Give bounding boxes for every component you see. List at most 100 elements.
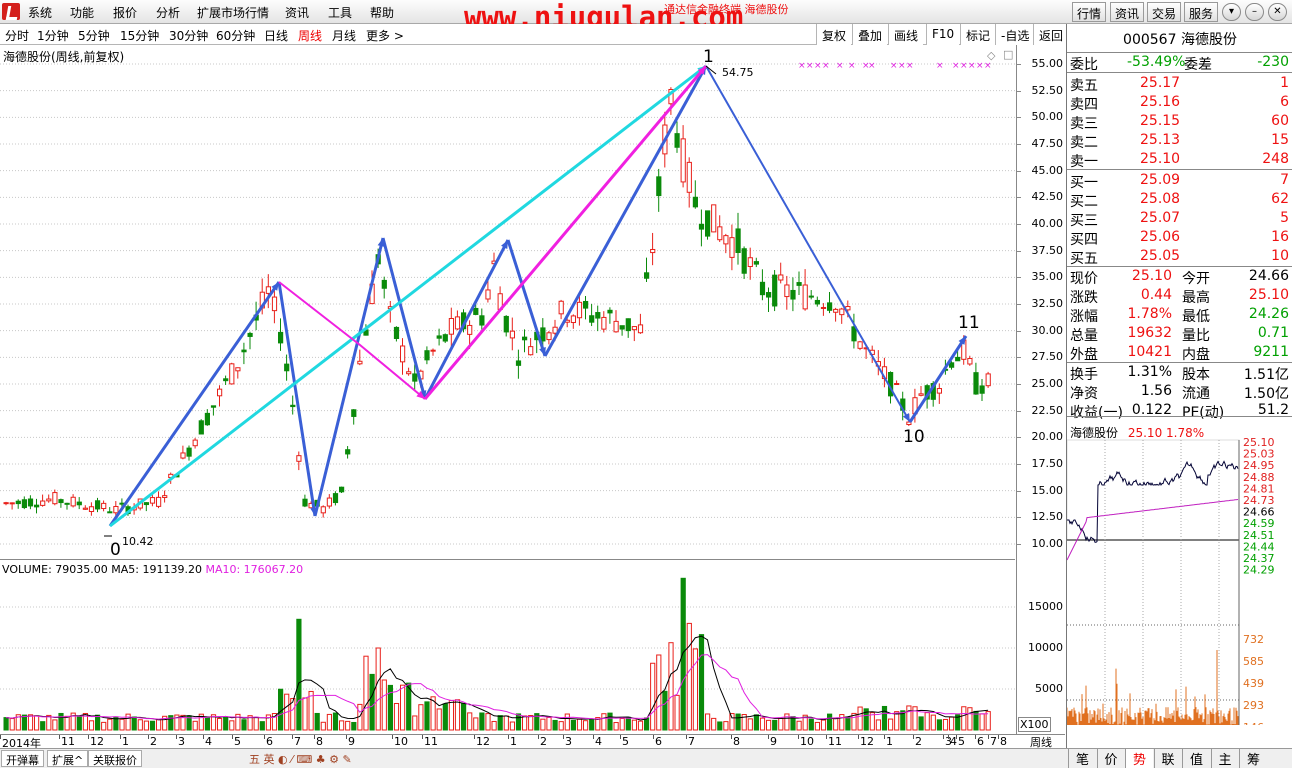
quote-tab[interactable]: 主 bbox=[1210, 749, 1239, 768]
signal-mark: × bbox=[952, 61, 960, 71]
menu-system[interactable]: 系统 bbox=[28, 4, 52, 21]
volume-bar bbox=[814, 721, 820, 731]
volume-bar bbox=[589, 718, 595, 731]
menu-tools[interactable]: 工具 bbox=[328, 4, 352, 21]
quote-tab[interactable]: 价 bbox=[1096, 749, 1125, 768]
candle bbox=[162, 495, 168, 499]
diamond-icon[interactable]: ◇ bbox=[987, 49, 995, 62]
minimize-icon[interactable]: – bbox=[1245, 3, 1264, 21]
candle bbox=[284, 363, 290, 372]
volume-bar bbox=[674, 694, 680, 731]
period-tick[interactable]: 分时 bbox=[5, 27, 29, 44]
ask-row[interactable]: 卖四 25.16 6 bbox=[1067, 93, 1292, 113]
btn-market[interactable]: 行情 bbox=[1072, 2, 1107, 22]
volume-bar bbox=[375, 647, 381, 731]
btn-watchlist[interactable]: -自选 bbox=[995, 24, 1035, 45]
menu-extended-market[interactable]: 扩展市场行情 bbox=[197, 4, 269, 21]
time-tick: 6 bbox=[977, 735, 984, 748]
stat-row: 外盘 10421 内盘 9211 bbox=[1070, 344, 1289, 363]
volume-bar bbox=[454, 699, 461, 731]
btn-f10[interactable]: F10 bbox=[926, 24, 960, 45]
btn-trade[interactable]: 交易 bbox=[1147, 2, 1182, 22]
period-daily[interactable]: 日线 bbox=[264, 27, 288, 44]
app-logo-icon[interactable] bbox=[2, 3, 20, 20]
period-weekly[interactable]: 周线 bbox=[298, 27, 322, 44]
quote-tab[interactable]: 筹 bbox=[1239, 749, 1267, 768]
kline-chart[interactable]: × × × × × × × × × × × × × × × × × bbox=[0, 45, 1015, 560]
period-60min[interactable]: 60分钟 bbox=[216, 27, 255, 44]
candle bbox=[570, 315, 576, 324]
dropdown-icon[interactable]: ▾ bbox=[1222, 3, 1241, 21]
volume-ma10-line bbox=[5, 654, 989, 720]
period-30min[interactable]: 30分钟 bbox=[169, 27, 208, 44]
menu-analysis[interactable]: 分析 bbox=[156, 4, 180, 21]
bid-row[interactable]: 买一 25.09 7 bbox=[1067, 171, 1292, 191]
close-icon[interactable]: ✕ bbox=[1268, 3, 1287, 21]
bid-row[interactable]: 买三 25.07 5 bbox=[1067, 209, 1292, 229]
time-tick: 8 bbox=[1000, 735, 1007, 748]
quote-tab[interactable]: 势 bbox=[1125, 749, 1153, 768]
btn-info[interactable]: 资讯 bbox=[1110, 2, 1145, 22]
ask-row[interactable]: 卖一 25.10 248 bbox=[1067, 150, 1292, 170]
intraday-mini-chart[interactable]: 25.1025.0324.9524.8824.8124.7324.6624.59… bbox=[1067, 415, 1292, 725]
volume-bar bbox=[9, 718, 15, 731]
candle bbox=[339, 486, 345, 493]
volume-bar bbox=[40, 721, 46, 731]
price-tick: 40.00 bbox=[1031, 217, 1064, 230]
btn-related-quotes[interactable]: 关联报价 bbox=[88, 750, 142, 767]
btn-back[interactable]: 返回 bbox=[1033, 24, 1070, 45]
bid-row[interactable]: 买五 25.05 10 bbox=[1067, 247, 1292, 267]
menu-news[interactable]: 资讯 bbox=[285, 4, 309, 21]
candle bbox=[345, 449, 351, 455]
trend-line-magenta bbox=[423, 65, 708, 400]
bid-row[interactable]: 买二 25.08 62 bbox=[1067, 190, 1292, 210]
volume-bar bbox=[217, 717, 223, 731]
period-15min[interactable]: 15分钟 bbox=[120, 27, 159, 44]
quote-tab[interactable]: 联 bbox=[1153, 749, 1182, 768]
menu-quotes[interactable]: 报价 bbox=[113, 4, 137, 21]
price-tick: 10.00 bbox=[1031, 537, 1064, 550]
btn-mark[interactable]: 标记 bbox=[960, 24, 996, 45]
quote-tab[interactable]: 笔 bbox=[1068, 749, 1096, 768]
candle bbox=[454, 316, 461, 330]
candle bbox=[973, 372, 979, 395]
candle bbox=[522, 336, 528, 341]
btn-adjust[interactable]: 复权 bbox=[816, 24, 852, 45]
ask-row[interactable]: 卖二 25.13 15 bbox=[1067, 131, 1292, 151]
candle bbox=[82, 507, 89, 510]
candle bbox=[955, 356, 961, 362]
volume-bar bbox=[759, 717, 766, 731]
period-1min[interactable]: 1分钟 bbox=[37, 27, 69, 44]
menu-bar: 系统 功能 报价 分析 扩展市场行情 资讯 工具 帮助 通达信金融终端 海德股份… bbox=[0, 0, 1292, 34]
ask-row[interactable]: 卖三 25.15 60 bbox=[1067, 112, 1292, 132]
quote-tab[interactable]: 值 bbox=[1182, 749, 1210, 768]
btn-danmaku[interactable]: 开弹幕 bbox=[1, 750, 44, 767]
menu-function[interactable]: 功能 bbox=[70, 4, 94, 21]
candle bbox=[351, 409, 357, 417]
volume-bar bbox=[875, 719, 881, 731]
volume-value: VOLUME: 79035.00 bbox=[2, 563, 108, 576]
candle bbox=[58, 499, 64, 504]
collapse-icon[interactable]: □ bbox=[1003, 48, 1013, 61]
ask-row[interactable]: 卖五 25.17 1 bbox=[1067, 74, 1292, 94]
volume-bar bbox=[967, 707, 973, 731]
candle bbox=[400, 345, 406, 363]
time-tick: 11 bbox=[424, 735, 438, 748]
period-monthly[interactable]: 月线 bbox=[332, 27, 356, 44]
period-5min[interactable]: 5分钟 bbox=[78, 27, 110, 44]
btn-overlay[interactable]: 叠加 bbox=[852, 24, 888, 45]
period-more[interactable]: 更多 > bbox=[366, 27, 404, 44]
candle bbox=[619, 325, 625, 330]
time-tick: 9 bbox=[348, 735, 355, 748]
btn-draw[interactable]: 画线 bbox=[888, 24, 924, 45]
btn-service[interactable]: 服务 bbox=[1184, 2, 1219, 22]
candle bbox=[711, 204, 717, 233]
candle bbox=[180, 452, 186, 459]
volume-chart[interactable] bbox=[0, 562, 1015, 734]
btn-expand[interactable]: 扩展^ bbox=[47, 750, 89, 767]
wave-label-1: 1 bbox=[703, 47, 714, 67]
bid-row[interactable]: 买四 25.06 16 bbox=[1067, 228, 1292, 248]
menu-help[interactable]: 帮助 bbox=[370, 4, 394, 21]
candle bbox=[656, 176, 662, 197]
ime-toolbar-icons[interactable]: 五 英 ◐ ⁄ ⌨ ♣ ⚙ ✎ bbox=[249, 751, 352, 767]
